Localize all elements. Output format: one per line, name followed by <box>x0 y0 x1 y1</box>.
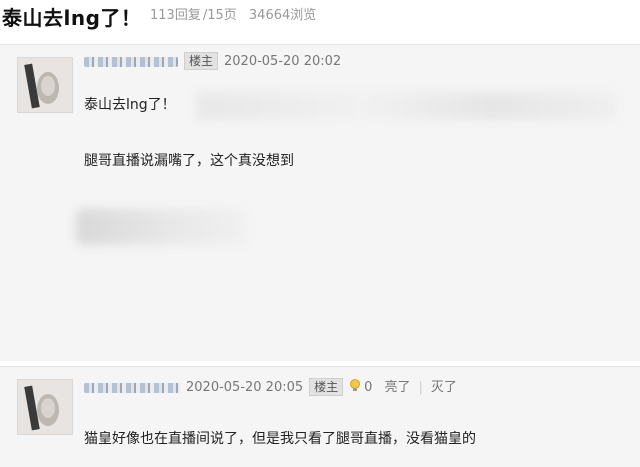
post-card: 楼主 2020-05-20 20:02 泰山去lng了！ 腿哥直播说漏嘴了，这个真… <box>0 44 640 361</box>
avatar[interactable] <box>17 57 73 113</box>
lightbulb-icon[interactable] <box>349 378 361 397</box>
post-time: 2020-05-20 20:02 <box>224 54 342 69</box>
post-meta: 2020-05-20 20:05 楼主 0 亮了 | 灭了 <box>84 376 465 397</box>
post-card: 2020-05-20 20:05 楼主 0 亮了 | 灭了 猫皇好像也在直播间说了，但是我… <box>0 366 640 467</box>
post-time: 2020-05-20 20:05 <box>186 380 304 395</box>
redacted-content <box>76 209 246 245</box>
post-content-line: 腿哥直播说漏嘴了，这个真没想到 <box>84 153 294 169</box>
thread-title: 泰山去lng了！ <box>2 6 142 30</box>
avatar[interactable] <box>17 379 73 435</box>
op-badge: 楼主 <box>309 378 344 396</box>
view-count: 34664浏览 <box>248 8 317 23</box>
post-content-line: 猫皇好像也在直播间说了，但是我只看了腿哥直播，没看猫皇的 <box>84 431 476 447</box>
divider: | <box>418 380 423 395</box>
thread-stats: 113回复/15页 34664浏览 <box>150 4 318 23</box>
post-content-line: 泰山去lng了！ <box>84 97 176 113</box>
page-count: /15页 <box>202 8 237 23</box>
like-count: 0 <box>364 380 373 395</box>
op-badge: 楼主 <box>184 52 219 70</box>
thread-header: 泰山去lng了！ 113回复/15页 34664浏览 <box>0 0 640 34</box>
reply-count: 113回复 <box>150 8 201 23</box>
post-meta: 楼主 2020-05-20 20:02 <box>84 52 347 70</box>
light-down-button[interactable]: 灭了 <box>431 380 457 395</box>
redacted-content <box>196 92 616 120</box>
light-up-button[interactable]: 亮了 <box>384 380 410 395</box>
username[interactable] <box>84 56 178 67</box>
username[interactable] <box>84 382 180 393</box>
